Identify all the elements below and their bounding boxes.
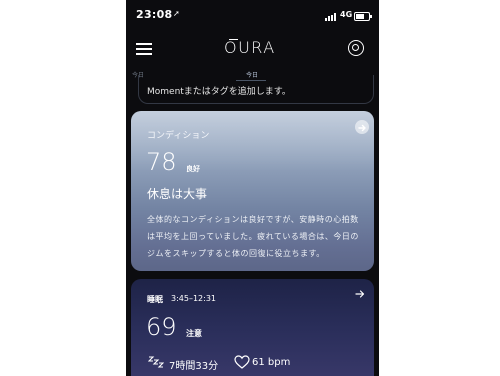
location-arrow-icon: ➚ bbox=[173, 9, 180, 18]
phone-screen: 23:08 ➚ 4G OURA 今日 今日 Momentまたはタグを追加します。… bbox=[126, 0, 379, 376]
battery-level bbox=[356, 14, 365, 19]
arrow-right-circle-icon[interactable] bbox=[355, 120, 369, 134]
sleep-score: 69 bbox=[146, 313, 177, 341]
status-bar: 23:08 ➚ 4G bbox=[126, 0, 379, 34]
app-logo: OURA bbox=[224, 38, 276, 57]
zzz-icon bbox=[148, 356, 164, 368]
cellular-signal-icon bbox=[325, 13, 339, 21]
settings-ring-icon[interactable] bbox=[348, 40, 364, 56]
readiness-description: 全体的なコンディションは良好ですが、安静時の心拍数は平均を上回っていました。疲れ… bbox=[147, 215, 359, 258]
readiness-card[interactable]: コンディション 78 良好 休息は大事 全体的なコンディションは良好ですが、安静… bbox=[131, 111, 374, 271]
readiness-title: コンディション bbox=[147, 131, 210, 141]
readiness-score: 78 bbox=[146, 148, 177, 176]
moment-banner-text: Momentまたはタグを追加します。 bbox=[147, 87, 291, 97]
sleep-rating: 注意 bbox=[186, 329, 202, 338]
moment-banner[interactable]: Momentまたはタグを追加します。 bbox=[138, 75, 374, 104]
arrow-right-icon[interactable] bbox=[355, 289, 365, 299]
readiness-headline: 休息は大事 bbox=[147, 187, 208, 201]
battery-icon bbox=[354, 12, 372, 21]
readiness-rating: 良好 bbox=[186, 165, 200, 173]
heart-icon bbox=[234, 355, 250, 369]
sleep-title: 睡眠 bbox=[147, 295, 163, 304]
sleep-duration: 7時間33分 bbox=[169, 361, 219, 372]
sleep-heart-rate: 61 bpm bbox=[252, 357, 291, 368]
hamburger-menu-icon[interactable] bbox=[136, 42, 152, 56]
sleep-card[interactable]: 睡眠 3:45–12:31 69 注意 7時間33分 61 bpm bbox=[131, 279, 374, 376]
status-time: 23:08 bbox=[136, 8, 173, 21]
network-type: 4G bbox=[340, 10, 353, 19]
sleep-time-range: 3:45–12:31 bbox=[171, 294, 217, 303]
